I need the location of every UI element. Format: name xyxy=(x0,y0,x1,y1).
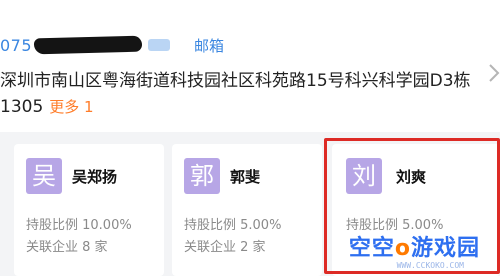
shareholder-name: 吴郑扬 xyxy=(72,168,118,186)
shareholder-card[interactable]: 吴 吴郑扬 持股比例 10.00% 关联企业 8 家 xyxy=(14,144,164,276)
watermark-mid: o xyxy=(394,236,411,261)
company-contact-card: 075 邮箱 深圳市南山区粤海街道科技园社区科苑路15号科兴科学园D3栋1305… xyxy=(0,0,500,150)
more-addresses-link[interactable]: 更多 1 xyxy=(49,98,93,116)
avatar: 吴 xyxy=(26,158,62,194)
email-link[interactable]: 邮箱 xyxy=(194,35,224,56)
redaction-tail xyxy=(148,39,171,51)
watermark-right: 游戏园 xyxy=(410,236,480,261)
site-watermark-logo: 空空o游戏园 xyxy=(349,230,480,262)
shareholder-name: 郭斐 xyxy=(230,168,261,186)
watermark-url: WWW.CCKOKO.COM xyxy=(396,261,464,270)
watermark-left: 空空 xyxy=(348,236,395,261)
contact-row: 075 邮箱 xyxy=(0,34,224,56)
phone-number[interactable]: 075 xyxy=(0,36,32,55)
chevron-right-icon[interactable] xyxy=(488,62,500,84)
avatar: 郭 xyxy=(184,158,220,194)
shareholding-ratio: 持股比例 10.00% xyxy=(26,218,132,233)
shareholding-ratio: 持股比例 5.00% xyxy=(184,218,282,233)
redaction-mark xyxy=(33,35,143,55)
company-address: 深圳市南山区粤海街道科技园社区科苑路15号科兴科学园D3栋1305 更多 1 xyxy=(0,68,480,120)
shareholder-card[interactable]: 郭 郭斐 持股比例 5.00% 关联企业 2 家 xyxy=(172,144,322,276)
related-companies: 关联企业 8 家 xyxy=(26,240,108,255)
related-companies: 关联企业 2 家 xyxy=(184,240,266,255)
